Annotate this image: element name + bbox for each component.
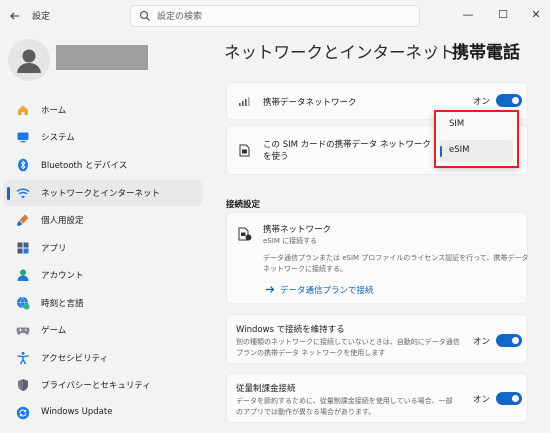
- title-bar: 設定 — ☐ ✕: [0, 0, 550, 32]
- app-title: 設定: [32, 12, 51, 22]
- selection-indicator: [7, 187, 10, 200]
- globe-clock-icon: [17, 296, 30, 310]
- shield-icon: [18, 379, 28, 391]
- sidebar-item-home[interactable]: ホーム: [4, 97, 202, 123]
- accessibility-icon: [17, 351, 29, 365]
- keep-connected-description-line2: プランの携帯データ ネットワークを使用します: [236, 349, 386, 357]
- sim-dropdown[interactable]: SIM eSIM: [434, 110, 519, 168]
- signal-bars-icon: [239, 97, 250, 106]
- metered-connection-toggle[interactable]: [496, 392, 522, 405]
- profile-name-redacted: [56, 45, 148, 70]
- minimize-button[interactable]: —: [458, 6, 478, 24]
- carrier-network-description-line2: ネットワークに接続する。: [263, 265, 347, 273]
- apps-icon: [17, 242, 29, 254]
- breadcrumb-parent[interactable]: ネットワークとインターネット: [224, 39, 455, 63]
- search-input[interactable]: [157, 9, 407, 24]
- metered-connection-title: 従量制課金接続: [236, 384, 296, 394]
- system-icon: [17, 132, 29, 143]
- mobile-data-toggle[interactable]: [496, 94, 522, 107]
- sim-selection-title-line1: この SIM カードの携帯データ ネットワーク: [263, 140, 431, 150]
- maximize-button[interactable]: ☐: [493, 6, 513, 24]
- sidebar-item-apps[interactable]: アプリ: [4, 235, 202, 261]
- dropdown-option-label: eSIM: [449, 145, 470, 155]
- gamepad-icon: [16, 327, 30, 335]
- sidebar-item-label: ホーム: [41, 106, 67, 116]
- breadcrumb-separator: ›: [433, 41, 439, 56]
- wifi-icon: [16, 188, 30, 199]
- dropdown-option-sim[interactable]: SIM: [440, 114, 513, 136]
- sidebar-item-system[interactable]: システム: [4, 124, 202, 150]
- toggle-state-label: オン: [473, 337, 491, 347]
- keep-connected-toggle[interactable]: [496, 334, 522, 347]
- sidebar-item-label: プライバシーとセキュリティ: [41, 381, 151, 391]
- sidebar-item-label: ゲーム: [41, 326, 67, 336]
- sidebar-item-bluetooth[interactable]: Bluetooth とデバイス: [4, 152, 202, 178]
- toggle-state-label: オン: [473, 97, 491, 107]
- carrier-network-card: 携帯ネットワーク eSIM に接続する データ通信プランまたは eSIM プロフ…: [226, 212, 528, 304]
- dropdown-option-label: SIM: [449, 119, 465, 129]
- sidebar-item-label: 時刻と言語: [41, 299, 84, 309]
- metered-connection-card: 従量制課金接続 データを節約するために、従量制課金接続を使用している場合、一部 …: [226, 373, 528, 423]
- sidebar-item-label: アカウント: [41, 271, 84, 281]
- page-title: 携帯電話: [452, 43, 520, 63]
- sidebar-item-gaming[interactable]: ゲーム: [4, 317, 202, 343]
- selection-indicator: [440, 146, 442, 157]
- back-button[interactable]: [4, 6, 26, 26]
- metered-connection-description-line1: データを節約するために、従量制課金接続を使用している場合、一部: [236, 397, 453, 405]
- sidebar-item-label: アプリ: [41, 244, 67, 254]
- sidebar-item-label: ネットワークとインターネット: [41, 189, 161, 199]
- account-icon: [17, 269, 29, 281]
- user-icon: [17, 49, 41, 73]
- toggle-state-label: オン: [473, 395, 491, 405]
- keep-connected-card: Windows で接続を維持する 別の種類のネットワークに接続していないときは、…: [226, 314, 528, 364]
- sidebar-item-accounts[interactable]: アカウント: [4, 262, 202, 288]
- avatar[interactable]: [8, 39, 50, 81]
- search-box[interactable]: [130, 5, 420, 27]
- carrier-network-subtitle: eSIM に接続する: [263, 237, 318, 245]
- keep-connected-title: Windows で接続を維持する: [236, 325, 345, 335]
- update-icon: [16, 406, 30, 420]
- sim-card-icon: [239, 144, 250, 157]
- sidebar-item-personalization[interactable]: 個人用設定: [4, 207, 202, 233]
- sidebar-item-accessibility[interactable]: アクセシビリティ: [4, 345, 202, 371]
- close-button[interactable]: ✕: [526, 6, 546, 24]
- sidebar-item-label: 個人用設定: [41, 216, 84, 226]
- mobile-data-network-title: 携帯データネットワーク: [263, 98, 357, 108]
- sidebar-item-label: Bluetooth とデバイス: [41, 161, 128, 171]
- brush-icon: [17, 214, 29, 226]
- sidebar-item-label: Windows Update: [41, 407, 113, 417]
- connect-icon: [266, 286, 275, 293]
- carrier-network-title: 携帯ネットワーク: [263, 225, 332, 235]
- sim-selection-title-line2: を使う: [263, 152, 289, 162]
- sidebar-item-network[interactable]: ネットワークとインターネット: [4, 180, 202, 206]
- section-title-connection: 接続設定: [226, 200, 261, 210]
- keep-connected-description-line1: 別の種類のネットワークに接続していないときは、自動的にデータ通信: [236, 338, 460, 346]
- search-icon: [139, 10, 150, 21]
- sidebar-item-privacy-security[interactable]: プライバシーとセキュリティ: [4, 372, 202, 398]
- connect-data-plan-link[interactable]: データ通信プランで接続: [280, 284, 374, 296]
- metered-connection-description-line2: のアプリでは動作が異なる場合があります。: [236, 408, 376, 416]
- sidebar-item-label: アクセシビリティ: [41, 354, 109, 364]
- dropdown-option-esim[interactable]: eSIM: [440, 140, 513, 162]
- sidebar-item-windows-update[interactable]: Windows Update: [4, 400, 202, 426]
- home-icon: [18, 105, 28, 115]
- sidebar-item-label: システム: [41, 133, 75, 143]
- bluetooth-icon: [18, 158, 28, 172]
- sidebar-item-time-language[interactable]: 時刻と言語: [4, 290, 202, 316]
- back-arrow-icon: [10, 12, 19, 20]
- carrier-network-description-line1: データ通信プランまたは eSIM プロファイルのライセンス認証を行って、携帯デー…: [263, 254, 529, 262]
- sim-lock-icon: [238, 227, 252, 241]
